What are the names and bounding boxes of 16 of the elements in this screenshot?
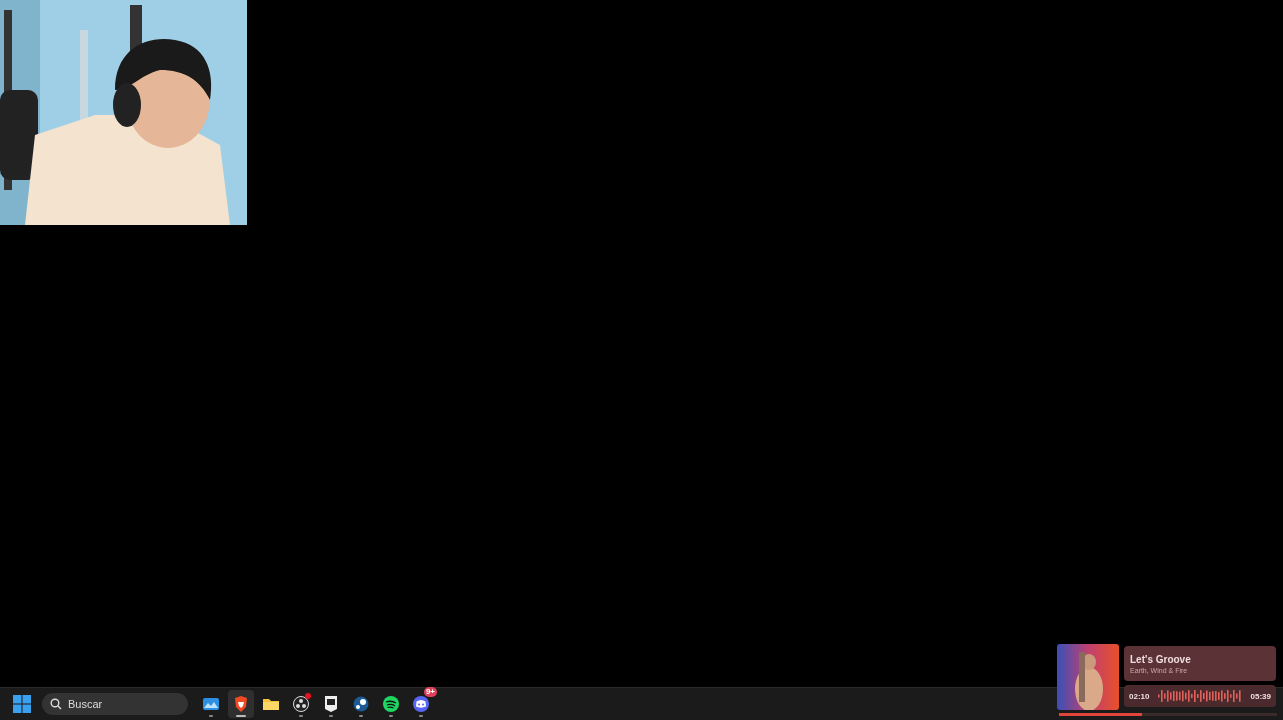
notification-badge: 9+ xyxy=(423,687,437,697)
search-icon xyxy=(50,698,62,710)
shield-logo-icon xyxy=(322,695,340,713)
track-title: Let's Groove xyxy=(1130,653,1192,665)
duration-time: 05:39 xyxy=(1250,691,1271,701)
spotify-icon xyxy=(382,695,400,713)
windows-logo-icon[interactable] xyxy=(12,694,32,714)
search-field[interactable]: Buscar xyxy=(42,693,188,715)
circle-logo-icon xyxy=(292,695,310,713)
discord-icon xyxy=(412,695,430,713)
taskbar-app-button[interactable]: 9+ xyxy=(408,690,434,718)
taskbar-app-button[interactable] xyxy=(228,690,254,718)
notification-dot xyxy=(305,693,311,699)
photos-icon xyxy=(202,695,220,713)
steam-icon xyxy=(352,695,370,713)
elapsed-time: 02:10 xyxy=(1129,691,1150,701)
